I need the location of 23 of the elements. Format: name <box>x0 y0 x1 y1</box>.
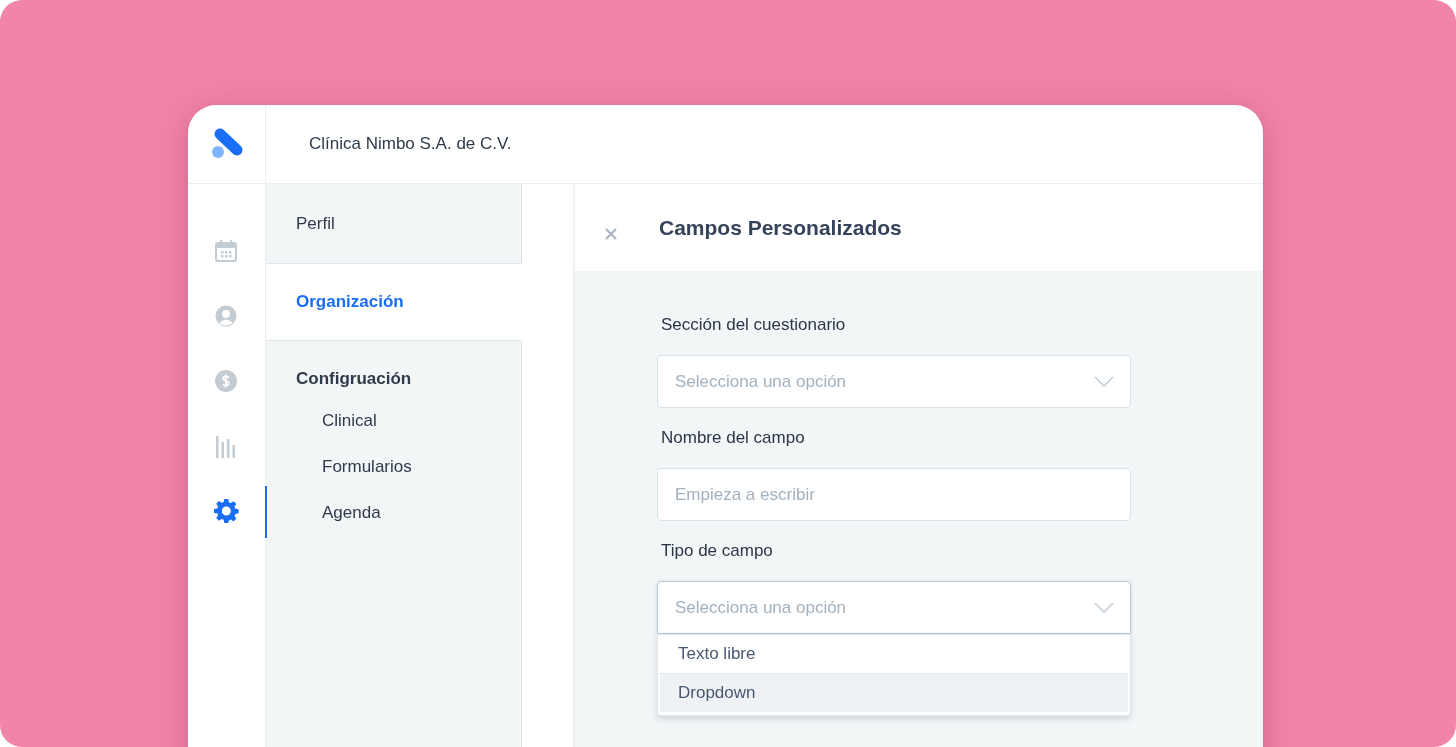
logo-icon <box>209 128 244 160</box>
placeholder-text: Selecciona una opción <box>675 597 847 618</box>
nav-item[interactable]: Perfil <box>296 213 335 234</box>
calendar-icon[interactable] <box>214 239 239 264</box>
user-icon[interactable] <box>214 304 239 329</box>
nav-item[interactable]: Configruación <box>296 369 412 389</box>
chevron-down-icon <box>1094 601 1114 614</box>
nav-subitem[interactable]: Clinical <box>322 398 377 444</box>
chevron-down-icon <box>1094 375 1114 388</box>
placeholder-text: Selecciona una opción <box>675 371 847 392</box>
dropdown-option[interactable]: Dropdown <box>660 674 1128 712</box>
dollar-icon[interactable] <box>214 369 239 394</box>
settings-icon[interactable] <box>214 499 239 524</box>
text-input[interactable]: Empieza a escribir <box>657 468 1131 521</box>
nav-subitem[interactable]: Formularios <box>322 444 412 490</box>
nav-item[interactable]: Organización <box>296 292 404 312</box>
panel-title: Campos Personalizados <box>659 215 902 240</box>
nav-subitem[interactable]: Agenda <box>322 490 381 536</box>
close-icon <box>604 226 618 241</box>
field-label: Sección del cuestionario <box>660 314 847 336</box>
field-label: Tipo de campo <box>660 540 774 562</box>
organization-name: Clínica Nimbo S.A. de C.V. <box>309 134 512 154</box>
field-label: Nombre del campo <box>660 427 806 449</box>
